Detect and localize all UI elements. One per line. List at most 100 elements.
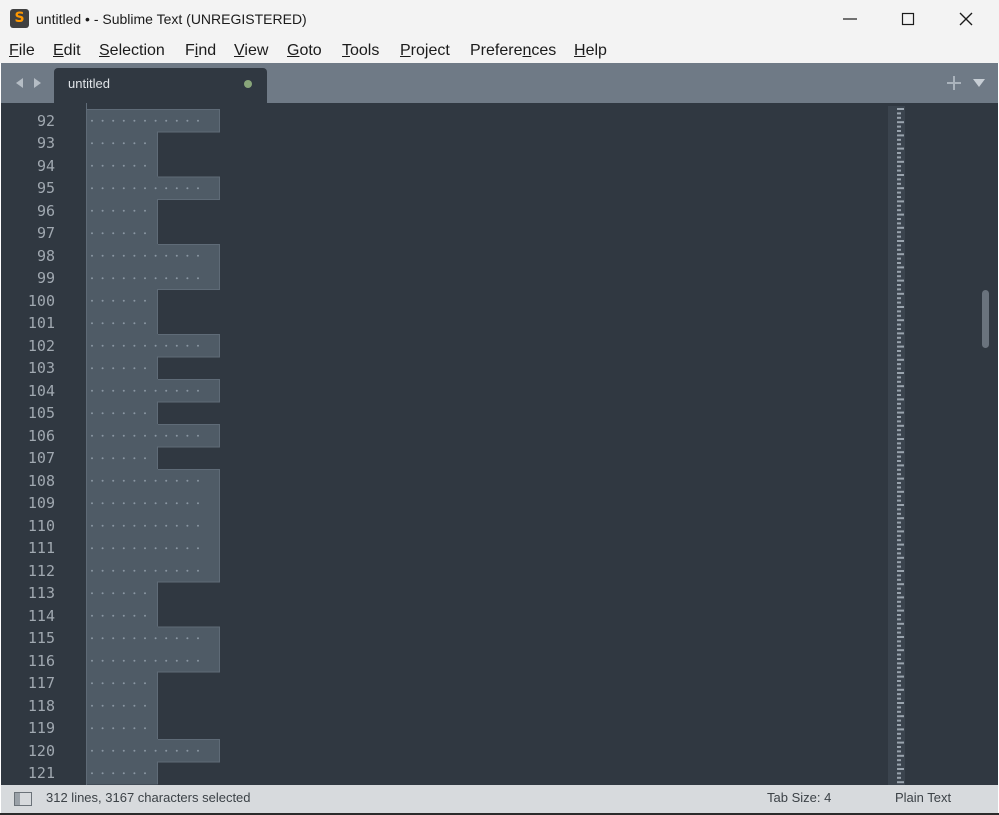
minimap-line <box>897 741 904 744</box>
sidebar-toggle-icon[interactable] <box>14 792 32 806</box>
whitespace-dot <box>91 322 93 325</box>
minimap-line <box>897 618 901 621</box>
tab-untitled[interactable]: untitled <box>54 68 267 103</box>
whitespace-dot <box>144 682 146 685</box>
whitespace-dot <box>144 344 146 347</box>
line-number: 121 <box>27 764 55 782</box>
whitespace-dot <box>175 344 178 347</box>
plus-icon[interactable] <box>946 75 962 91</box>
minimap-line <box>897 156 901 159</box>
editor-area[interactable]: 92 93 94 95 96 97 98 99 100 101 102 103 104 105 106 107… <box>1 103 998 785</box>
nav-forward-icon[interactable] <box>30 76 44 90</box>
whitespace-dot <box>101 232 104 235</box>
whitespace-dot <box>186 547 189 550</box>
whitespace-dot <box>133 277 136 280</box>
whitespace-dot <box>91 547 93 550</box>
whitespace-dot <box>112 344 115 347</box>
line-number: 115 <box>27 629 55 647</box>
whitespace-dot <box>91 569 93 572</box>
whitespace-dot <box>91 164 93 167</box>
menu-selection[interactable]: Selection <box>99 38 165 63</box>
whitespace-dot <box>122 502 125 505</box>
whitespace-dot <box>186 434 189 437</box>
menu-find[interactable]: Find <box>185 38 216 63</box>
whitespace-dot <box>165 187 168 190</box>
whitespace-dot <box>101 614 104 617</box>
minimap-line <box>897 754 904 757</box>
menu-view[interactable]: View <box>234 38 268 63</box>
menu-edit[interactable]: Edit <box>53 38 81 63</box>
minimap-line <box>897 275 901 278</box>
whitespace-dot <box>133 682 136 685</box>
whitespace-dot <box>197 749 199 752</box>
minimap-line <box>897 231 901 234</box>
menu-project[interactable]: Project <box>400 38 450 63</box>
whitespace-dot <box>112 614 115 617</box>
whitespace-dot <box>186 344 189 347</box>
nav-back-icon[interactable] <box>13 76 27 90</box>
whitespace-dot <box>144 142 146 145</box>
tab-size-selector[interactable]: Tab Size: 4 <box>767 785 831 813</box>
maximize-button[interactable] <box>879 0 937 38</box>
whitespace-dot <box>133 479 136 482</box>
selection-line <box>86 536 220 560</box>
vertical-scrollbar[interactable] <box>981 108 991 780</box>
whitespace-dot <box>133 389 136 392</box>
whitespace-dot <box>144 434 146 437</box>
whitespace-dot <box>197 434 199 437</box>
minimap-line <box>897 596 904 599</box>
minimap-line <box>897 688 904 691</box>
whitespace-dot <box>112 727 115 730</box>
line-number: 100 <box>27 291 55 310</box>
minimap-line <box>897 358 904 361</box>
whitespace-dot <box>122 254 125 257</box>
whitespace-dot <box>186 254 189 257</box>
whitespace-dot <box>122 209 125 212</box>
minimap-line <box>897 174 904 176</box>
minimap-line <box>897 759 901 762</box>
minimap-line <box>897 737 901 740</box>
minimap[interactable] <box>888 106 905 785</box>
menu-preferences[interactable]: Preferences <box>470 38 556 63</box>
whitespace-dot <box>112 232 115 235</box>
whitespace-dot <box>165 479 168 482</box>
minimap-line <box>897 776 901 779</box>
menu-file[interactable]: File <box>9 38 35 63</box>
line-number: 99 <box>36 269 55 287</box>
minimap-line <box>897 622 904 625</box>
whitespace-dot <box>91 502 93 505</box>
triangle-down-icon[interactable] <box>972 76 986 90</box>
scrollbar-thumb[interactable] <box>982 290 989 348</box>
selection-line <box>86 761 158 785</box>
whitespace-dot <box>112 772 115 775</box>
minimap-line <box>897 385 904 388</box>
selection-line <box>86 649 220 673</box>
menu-help[interactable]: Help <box>574 38 607 63</box>
minimap-line <box>897 380 901 383</box>
line-number: 93 <box>36 134 55 152</box>
minimap-line <box>897 376 901 379</box>
whitespace-dot <box>154 119 157 122</box>
minimize-button[interactable] <box>821 0 879 38</box>
minimap-line <box>897 182 901 185</box>
whitespace-dot <box>154 479 157 482</box>
whitespace-dot <box>112 209 115 212</box>
minimap-line <box>897 213 904 216</box>
minimap-line <box>897 746 901 748</box>
minimap-line <box>897 561 901 564</box>
unsaved-indicator-icon[interactable] <box>244 80 252 88</box>
whitespace-dot <box>133 772 136 775</box>
whitespace-dot <box>175 637 178 640</box>
syntax-selector[interactable]: Plain Text <box>895 785 951 813</box>
line-number: 113 <box>27 584 55 602</box>
whitespace-dot <box>186 569 189 572</box>
close-button[interactable] <box>937 0 995 38</box>
line-number: 114 <box>27 606 55 625</box>
whitespace-dot <box>165 434 168 437</box>
menu-tools[interactable]: Tools <box>342 38 379 63</box>
minimap-line <box>897 292 904 295</box>
minimap-line <box>897 363 901 366</box>
minimap-line <box>897 248 901 251</box>
menu-goto[interactable]: Goto <box>287 38 322 63</box>
whitespace-dot <box>133 524 136 527</box>
